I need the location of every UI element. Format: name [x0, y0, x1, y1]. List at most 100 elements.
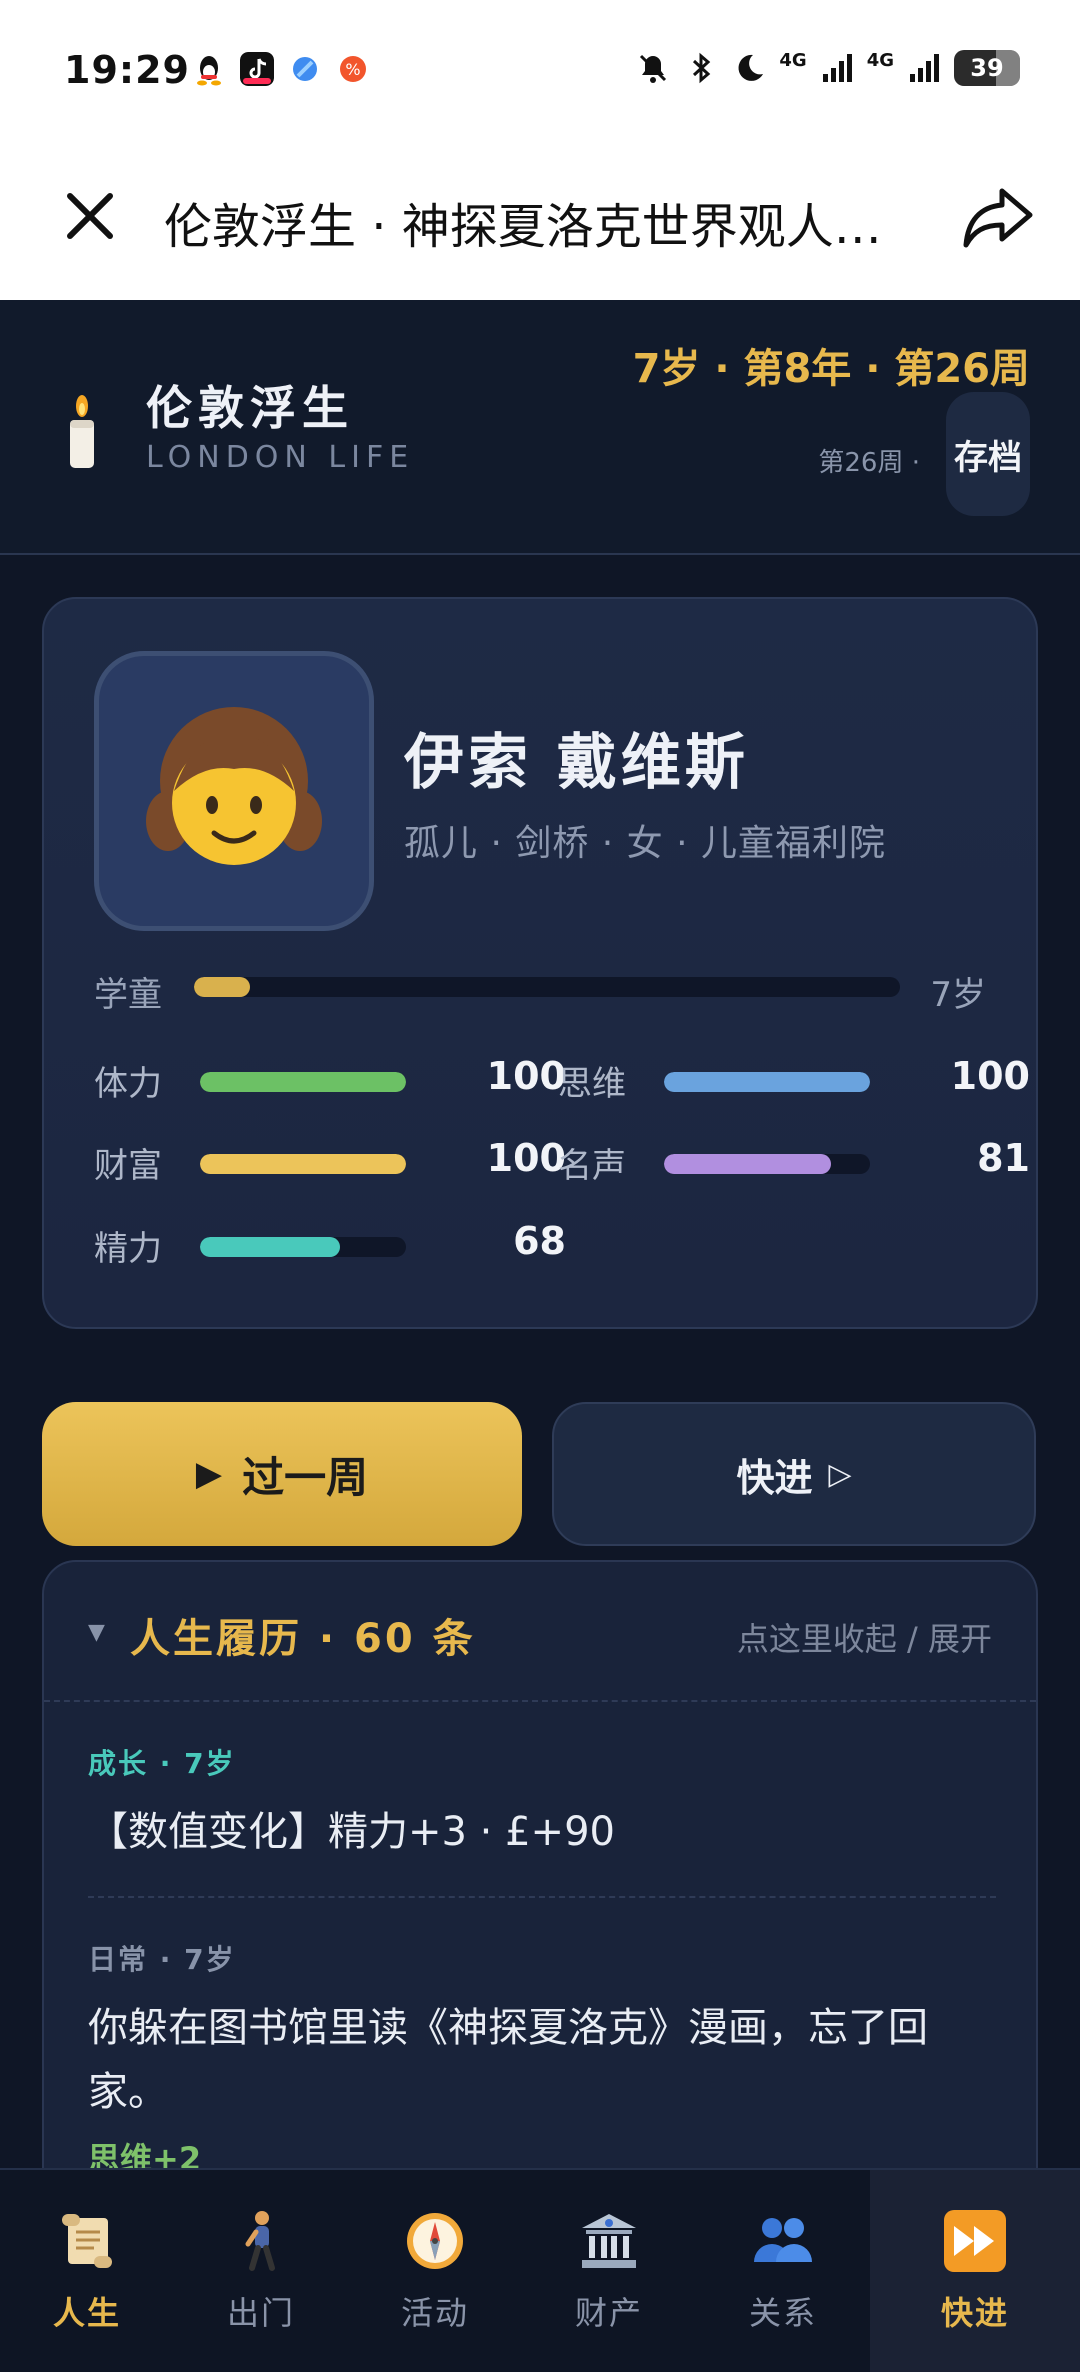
scroll-icon	[62, 2214, 112, 2268]
stat-bar-fill	[664, 1072, 870, 1092]
life-stage-progress-fill	[194, 977, 251, 997]
fast-forward-label: 快进	[736, 1455, 813, 1500]
history-entry: 日常 · 7岁 你躲在图书馆里读《神探夏洛克》漫画，忘了回家。 思维+2	[88, 1938, 996, 2180]
stat-value: 100	[486, 1054, 566, 1098]
history-divider	[88, 1896, 996, 1898]
history-entry: 成长 · 7岁 【数值变化】精力+3 · £+90	[88, 1742, 996, 1864]
bluetooth-icon	[693, 52, 711, 84]
bottom-nav: 人生 出门 活动 财产 关系 快进	[0, 2168, 1080, 2372]
stat-value: 68	[513, 1219, 566, 1263]
signal-icon	[910, 54, 939, 82]
compass-icon	[407, 2213, 463, 2269]
life-history-header[interactable]: ▼ 人生履历 · 60 条 点这里收起 / 展开	[44, 1562, 1036, 1702]
nav-label: 财产	[574, 2294, 643, 2332]
bank-icon	[582, 2214, 636, 2268]
stat-bar-fill	[664, 1154, 831, 1174]
nav-item-assets[interactable]: 财产	[522, 2170, 696, 2372]
next-week-button[interactable]: ▶ 过一周	[42, 1402, 522, 1546]
nav-label: 出门	[226, 2294, 295, 2332]
current-week-label: 第26周 ·	[818, 448, 920, 478]
close-icon[interactable]	[52, 178, 128, 254]
life-stage-progress	[194, 977, 900, 997]
battery-icon: 39	[954, 50, 1020, 86]
stat-bar	[200, 1072, 406, 1092]
nav-label: 活动	[400, 2294, 469, 2332]
character-name: 伊索 戴维斯	[404, 728, 749, 798]
history-entry-text: 【数值变化】精力+3 · £+90	[88, 1809, 615, 1855]
history-entry-tag: 日常 · 7岁	[88, 1943, 236, 1976]
life-stage-label: 学童	[94, 975, 162, 1015]
share-icon[interactable]	[956, 175, 1040, 259]
play-outline-icon: ▷	[828, 1456, 852, 1492]
avatar	[94, 651, 374, 931]
stat-fame: 名声 81	[558, 1136, 1030, 1188]
stat-label: 体力	[94, 1064, 162, 1104]
stat-intellect: 思维 100	[558, 1054, 1030, 1106]
collapse-toggle-hint[interactable]: 点这里收起 / 展开	[737, 1614, 992, 1660]
life-history-title: 人生履历 · 60 条	[130, 1616, 476, 1662]
stat-bar-fill	[200, 1237, 341, 1257]
nav-item-go-out[interactable]: 出门	[174, 2170, 348, 2372]
browser-page-title: 伦敦浮生 · 神探夏洛克世界观人生模拟	[164, 199, 924, 255]
play-icon: ▶	[195, 1454, 223, 1494]
nav-item-relations[interactable]: 关系	[696, 2170, 870, 2372]
network-type-1: 4G	[779, 50, 807, 71]
stat-value: 100	[950, 1054, 1030, 1098]
stat-bar	[200, 1154, 406, 1174]
fast-forward-button[interactable]: 快进 ▷	[552, 1402, 1036, 1546]
nav-label: 快进	[940, 2294, 1009, 2332]
browser-icon	[293, 57, 317, 81]
stat-stamina: 体力 100	[94, 1054, 566, 1106]
signal-icon	[822, 54, 852, 82]
history-entry-tag: 成长 · 7岁	[88, 1747, 236, 1780]
app-root: 19:29 % 4G 4G 39 伦敦浮生 · 神探夏洛克世界观人生模拟 伦敦浮…	[0, 0, 1080, 2372]
stat-bar	[200, 1237, 406, 1257]
mute-icon	[640, 54, 667, 83]
stat-label: 精力	[94, 1229, 162, 1269]
stat-label: 名声	[558, 1146, 626, 1186]
nav-label: 关系	[748, 2294, 817, 2332]
people-icon	[754, 2218, 812, 2262]
girl-avatar-icon	[146, 707, 322, 865]
stat-label: 财富	[94, 1146, 162, 1186]
nav-item-life[interactable]: 人生	[0, 2170, 174, 2372]
game-title: 伦敦浮生	[146, 381, 354, 435]
character-meta: 孤儿 · 剑桥 · 女 · 儿童福利院	[404, 823, 886, 864]
alipay-icon: %	[340, 56, 366, 82]
history-entry-text: 你躲在图书馆里读《神探夏洛克》漫画，忘了回家。	[88, 2005, 928, 2115]
stat-bar-fill	[200, 1072, 406, 1092]
stat-value: 100	[486, 1136, 566, 1180]
status-bar: 19:29 % 4G 4G 39	[0, 0, 1080, 145]
stat-value: 81	[977, 1136, 1030, 1180]
save-button[interactable]: 存档	[946, 392, 1030, 516]
stat-wealth: 财富 100	[94, 1136, 566, 1188]
status-time: 19:29	[64, 48, 190, 92]
battery-level: 39	[970, 54, 1004, 82]
nav-item-activities[interactable]: 活动	[348, 2170, 522, 2372]
status-right: 4G 4G 39	[635, 50, 1020, 86]
caret-down-icon: ▼	[88, 1620, 105, 1645]
stat-bar	[664, 1072, 870, 1092]
stat-energy: 精力 68	[94, 1219, 566, 1271]
svg-text:%: %	[345, 60, 360, 79]
nav-label: 人生	[52, 2294, 121, 2332]
qq-icon	[197, 56, 221, 86]
browser-titlebar: 伦敦浮生 · 神探夏洛克世界观人生模拟	[0, 145, 1080, 300]
douyin-icon	[240, 52, 274, 86]
stat-bar-fill	[200, 1154, 406, 1174]
life-stage-age: 7岁	[930, 975, 986, 1015]
game-header: 伦敦浮生 LONDON LIFE 7岁 · 第8年 · 第26周 第26周 · …	[0, 300, 1080, 555]
candle-icon	[70, 395, 94, 468]
nav-item-fast-forward[interactable]: 快进	[870, 2170, 1080, 2372]
walking-icon	[245, 2211, 275, 2271]
next-week-label: 过一周	[242, 1452, 369, 1502]
status-app-icons: %	[192, 52, 370, 86]
network-type-2: 4G	[866, 50, 894, 71]
game-subtitle: LONDON LIFE	[146, 440, 415, 475]
fast-forward-icon	[944, 2210, 1006, 2272]
age-year-week: 7岁 · 第8年 · 第26周	[632, 346, 1030, 392]
stat-label: 思维	[558, 1064, 626, 1104]
stat-bar	[664, 1154, 870, 1174]
character-card: 伊索 戴维斯 孤儿 · 剑桥 · 女 · 儿童福利院 学童 7岁 体力 100 …	[42, 597, 1038, 1329]
moon-icon	[738, 54, 764, 81]
